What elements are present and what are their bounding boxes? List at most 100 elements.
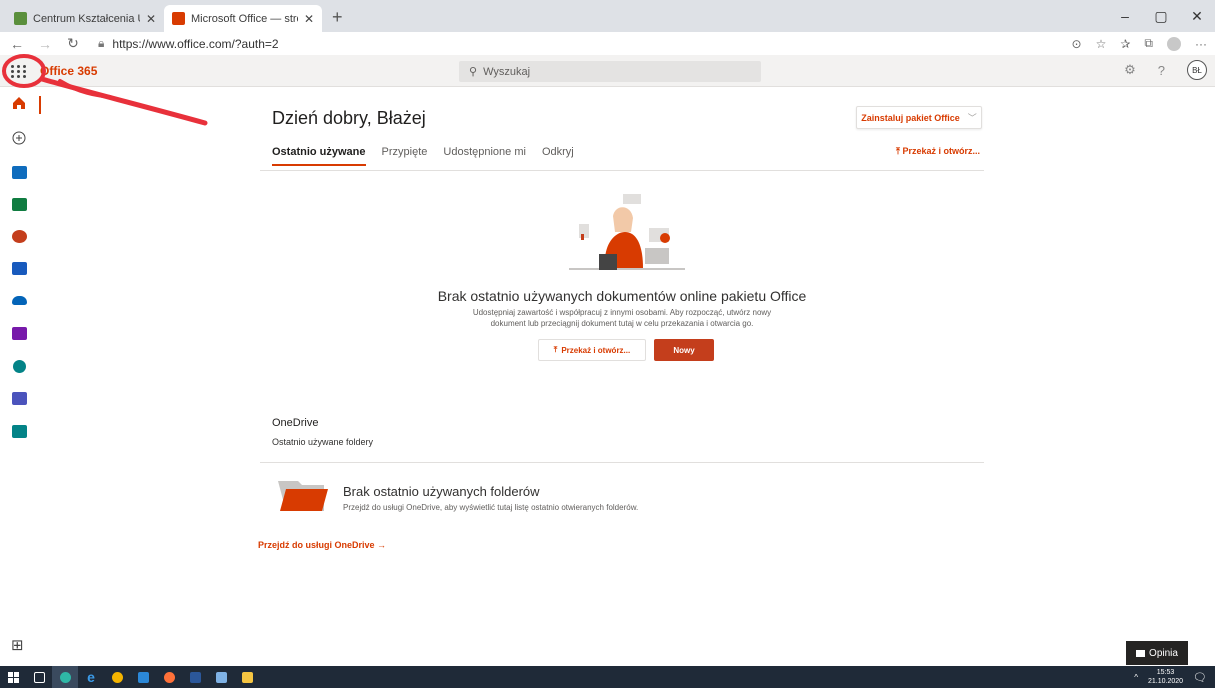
empty-state-title: Brak ostatnio używanych dokumentów onlin… [437, 288, 807, 304]
outlook-icon[interactable] [11, 164, 27, 180]
empty-state-description: Udostępniaj zawartość i współpracuj z in… [380, 307, 864, 329]
more-menu-icon[interactable]: ··· [1195, 37, 1207, 51]
tab-shared[interactable]: Udostępnione mi [443, 146, 526, 166]
edge-legacy-icon[interactable]: e [78, 666, 104, 688]
page-greeting: Dzień dobry, Błażej [272, 108, 426, 128]
onedrive-section-title: OneDrive [272, 417, 319, 429]
onenote-icon[interactable] [11, 325, 27, 341]
office-favicon-icon [172, 12, 185, 25]
close-tab-icon[interactable]: ✕ [146, 12, 156, 26]
feedback-button[interactable]: Opinia [1126, 641, 1188, 665]
tab-title: Microsoft Office — strona główn [191, 12, 298, 25]
upload-open-label: Przekaż i otwórz... [902, 146, 981, 156]
file-explorer-icon[interactable] [234, 666, 260, 688]
divider [260, 170, 984, 171]
forward-arrow-icon[interactable]: → [34, 36, 56, 52]
paint-icon[interactable] [208, 666, 234, 688]
windows-start-icon[interactable] [0, 666, 26, 688]
sharepoint-icon[interactable] [11, 358, 27, 374]
firefox-icon[interactable] [156, 666, 182, 688]
window-controls: – ▢ ✕ [1107, 0, 1215, 32]
windows-taskbar: e ^ 15:53 21.10.2020 🗨︎ [0, 666, 1215, 688]
install-label: Zainstaluj pakiet Office [861, 112, 960, 123]
maximize-button[interactable]: ▢ [1143, 8, 1179, 25]
system-tray: ^ 15:53 21.10.2020 🗨︎ [1134, 666, 1207, 688]
no-folders-description: Przejdź do usługi OneDrive, aby wyświetl… [343, 503, 639, 512]
close-tab-icon[interactable]: ✕ [304, 12, 314, 26]
arrow-right-icon: → [377, 540, 387, 550]
browser-tab-bar: Centrum Kształcenia Ustawiczne ✕ Microso… [0, 0, 1215, 32]
folder-icon [278, 481, 328, 511]
back-arrow-icon[interactable]: ← [6, 36, 28, 52]
powerpoint-icon[interactable] [11, 228, 27, 244]
upload-open-button[interactable]: ⤒ Przekaż i otwórz... [538, 339, 646, 361]
go-to-onedrive-link[interactable]: Przejdź do usługi OneDrive → [258, 540, 386, 550]
browser-tab-office[interactable]: Microsoft Office — strona główn ✕ [164, 5, 322, 32]
upload-arrow-icon: ⤒ [553, 345, 558, 354]
browser-toolbar: ⊙ ☆ ✰ ⧉ ··· [1072, 32, 1207, 55]
empty-state-illustration [569, 194, 685, 270]
brand-title[interactable]: Office 365 [40, 64, 97, 78]
search-icon: ⚲ [469, 66, 478, 78]
favorites-list-icon[interactable]: ✰ [1120, 37, 1130, 51]
url-field[interactable]: https://www.office.com/?auth=2 [112, 37, 278, 51]
site-favicon-icon [14, 12, 27, 25]
search-placeholder: Wyszukaj [483, 65, 531, 78]
divider [260, 462, 984, 463]
onedrive-icon[interactable] [11, 292, 27, 308]
refresh-icon[interactable]: ↻ [62, 35, 84, 52]
new-document-button[interactable]: Nowy [654, 339, 714, 361]
notifications-icon[interactable]: 🗨︎ [1193, 671, 1207, 684]
tab-recent[interactable]: Ostatnio używane [272, 146, 366, 166]
help-icon[interactable]: ? [1158, 63, 1165, 78]
upload-open-link[interactable]: ⤒ Przekaż i otwórz... [896, 146, 980, 157]
browser-tab-cku[interactable]: Centrum Kształcenia Ustawiczne ✕ [6, 5, 164, 32]
tray-chevron-up-icon[interactable]: ^ [1134, 673, 1138, 682]
collections-icon[interactable]: ⧉ [1144, 36, 1153, 51]
tab-discover[interactable]: Odkryj [542, 146, 574, 166]
header-tools: ⚙ ? BŁ [1124, 60, 1207, 80]
empty-desc-line-2: dokument lub przeciągnij dokument tutaj … [490, 319, 754, 328]
teams-icon[interactable] [11, 390, 27, 406]
chevron-down-icon: ﹀ [967, 113, 977, 123]
profile-avatar[interactable] [1167, 36, 1181, 51]
address-bar: ← → ↻ 🔒︎ https://www.office.com/?auth=2 … [0, 32, 1215, 55]
home-icon[interactable] [11, 95, 27, 111]
edge-chromium-icon[interactable] [52, 666, 78, 688]
office-header: Office 365 ⚲ Wyszukaj ⚙ ? BŁ [0, 55, 1215, 87]
favorite-star-icon[interactable]: ☆ [1096, 37, 1107, 51]
task-view-icon[interactable] [26, 666, 52, 688]
new-tab-button[interactable]: + [332, 7, 343, 28]
app-launcher-waffle-icon[interactable] [10, 62, 28, 80]
clock-time: 15:53 [1156, 669, 1175, 676]
mail-icon[interactable] [130, 666, 156, 688]
minimize-button[interactable]: – [1107, 8, 1143, 24]
install-office-button[interactable]: Zainstaluj pakiet Office ﹀ [856, 106, 982, 129]
active-indicator [39, 96, 41, 114]
settings-gear-icon[interactable]: ⚙ [1124, 62, 1136, 78]
excel-icon[interactable] [11, 196, 27, 212]
recent-folders-subtitle: Ostatnio używane foldery [272, 437, 374, 447]
word-icon[interactable] [11, 260, 27, 276]
reader-icon[interactable]: ⊙ [1072, 37, 1082, 51]
app-rail [0, 88, 44, 666]
feedback-icon [1136, 649, 1146, 657]
tab-title: Centrum Kształcenia Ustawiczne [33, 12, 140, 25]
clock-date: 21.10.2020 [1147, 678, 1184, 685]
feedback-label: Opinia [1149, 647, 1178, 659]
close-window-button[interactable]: ✕ [1179, 8, 1215, 25]
all-apps-icon[interactable]: ⊞ [11, 636, 24, 654]
clock[interactable]: 15:53 21.10.2020 [1148, 668, 1183, 686]
no-folders-title: Brak ostatnio używanych folderów [343, 484, 540, 499]
chrome-icon[interactable] [104, 666, 130, 688]
sway-icon[interactable] [11, 423, 27, 439]
user-avatar[interactable]: BŁ [1187, 60, 1207, 80]
create-new-icon[interactable] [11, 130, 27, 146]
empty-desc-line-1: Udostępniaj zawartość i współpracuj z in… [472, 308, 772, 317]
word-taskbar-icon[interactable] [182, 666, 208, 688]
go-to-onedrive-label: Przejdź do usługi OneDrive [258, 540, 375, 550]
search-input[interactable]: ⚲ Wyszukaj [459, 61, 761, 82]
lock-icon: 🔒︎ [98, 36, 105, 50]
upload-button-label: Przekaż i otwórz... [561, 345, 631, 355]
tab-pinned[interactable]: Przypięte [382, 146, 428, 166]
